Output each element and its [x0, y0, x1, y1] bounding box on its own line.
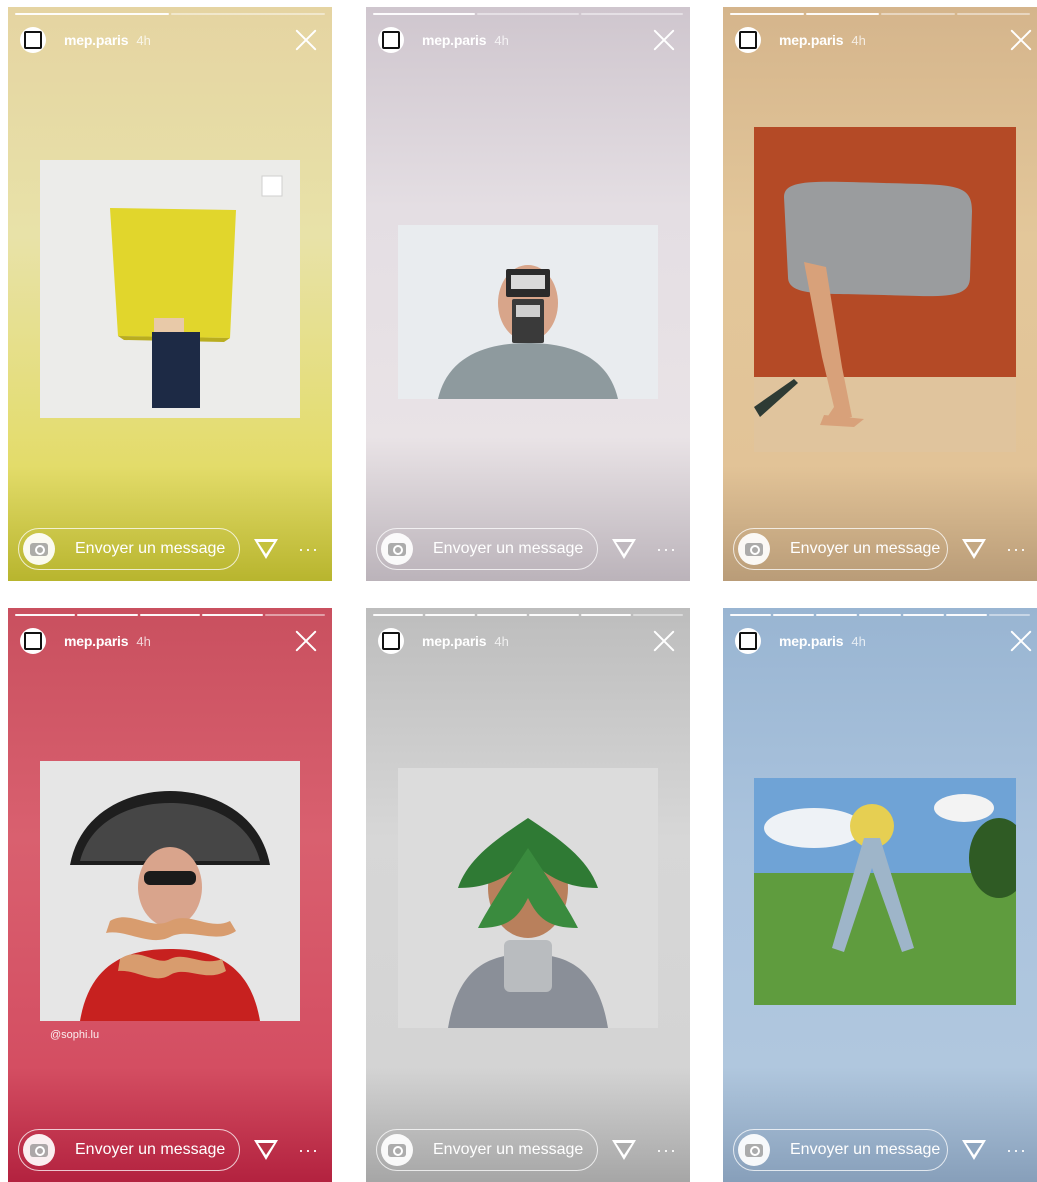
message-input[interactable]: Envoyer un message — [733, 1129, 949, 1171]
more-options-button[interactable]: ··· — [656, 539, 677, 560]
more-options-button[interactable]: ··· — [656, 1140, 677, 1161]
photo-cushion-legs — [754, 127, 1016, 452]
send-icon[interactable] — [612, 1140, 636, 1160]
close-icon[interactable] — [1009, 629, 1033, 653]
username[interactable]: mep.paris — [64, 633, 129, 649]
message-input[interactable]: Envoyer un message — [733, 528, 949, 570]
progress-bars — [15, 614, 326, 616]
story-card-4[interactable]: mep.paris 4h @sophi.lu Envoyer un messag… — [8, 608, 332, 1182]
more-options-button[interactable]: ··· — [298, 1140, 319, 1161]
progress-bars — [373, 614, 683, 616]
photo-umbrella-hangers — [40, 761, 300, 1021]
avatar[interactable] — [735, 27, 761, 53]
timestamp: 4h — [851, 32, 866, 48]
photo-plant-face — [398, 768, 658, 1028]
story-header: mep.paris 4h — [735, 626, 1027, 656]
camera-icon[interactable] — [381, 533, 413, 565]
story-footer: Envoyer un message ··· — [733, 1128, 1027, 1172]
username[interactable]: mep.paris — [64, 32, 129, 48]
story-footer: Envoyer un message ··· — [733, 527, 1027, 571]
username[interactable]: mep.paris — [422, 633, 487, 649]
username[interactable]: mep.paris — [779, 633, 844, 649]
close-icon[interactable] — [294, 629, 318, 653]
send-icon[interactable] — [254, 1140, 278, 1160]
avatar[interactable] — [378, 27, 404, 53]
story-card-5[interactable]: mep.paris 4h Envoyer un message ··· — [366, 608, 690, 1182]
camera-icon[interactable] — [23, 533, 55, 565]
message-placeholder: Envoyer un message — [433, 1141, 584, 1158]
square-logo-icon — [24, 31, 42, 49]
close-icon[interactable] — [294, 28, 318, 52]
photo-hat-field — [754, 778, 1029, 1005]
story-photo — [754, 778, 1029, 1005]
camera-icon[interactable] — [738, 1134, 770, 1166]
story-footer: Envoyer un message ··· — [376, 527, 680, 571]
story-photo — [398, 225, 658, 399]
close-icon[interactable] — [652, 629, 676, 653]
message-placeholder: Envoyer un message — [790, 1141, 941, 1158]
timestamp: 4h — [494, 633, 509, 649]
send-icon[interactable] — [962, 539, 987, 559]
photo-yellow-cushion — [40, 160, 300, 418]
story-photo — [40, 160, 300, 418]
message-placeholder: Envoyer un message — [433, 540, 584, 557]
close-icon[interactable] — [1009, 28, 1033, 52]
message-input[interactable]: Envoyer un message — [376, 528, 598, 570]
story-footer: Envoyer un message ··· — [18, 1128, 322, 1172]
avatar[interactable] — [378, 628, 404, 654]
story-footer: Envoyer un message ··· — [376, 1128, 680, 1172]
story-photo — [398, 768, 658, 1028]
username[interactable]: mep.paris — [779, 32, 844, 48]
story-header: mep.paris 4h — [378, 626, 680, 656]
avatar[interactable] — [20, 628, 46, 654]
message-placeholder: Envoyer un message — [790, 540, 941, 557]
story-header: mep.paris 4h — [378, 25, 680, 55]
square-logo-icon — [382, 632, 400, 650]
story-card-2[interactable]: mep.paris 4h Envoyer un message ··· — [366, 7, 690, 581]
message-input[interactable]: Envoyer un message — [376, 1129, 598, 1171]
story-header: mep.paris 4h — [735, 25, 1027, 55]
photo-credit[interactable]: @sophi.lu — [50, 1029, 99, 1041]
send-icon[interactable] — [962, 1140, 987, 1160]
camera-icon[interactable] — [381, 1134, 413, 1166]
send-icon[interactable] — [254, 539, 278, 559]
message-placeholder: Envoyer un message — [75, 1141, 226, 1158]
progress-bars — [730, 614, 1030, 616]
close-icon[interactable] — [652, 28, 676, 52]
timestamp: 4h — [136, 32, 151, 48]
message-input[interactable]: Envoyer un message — [18, 1129, 240, 1171]
story-card-3[interactable]: mep.paris 4h Envoyer un message ··· — [723, 7, 1037, 581]
story-header: mep.paris 4h — [20, 626, 322, 656]
camera-icon[interactable] — [23, 1134, 55, 1166]
square-logo-icon — [382, 31, 400, 49]
progress-bars — [15, 13, 325, 15]
story-photo — [40, 761, 300, 1021]
timestamp: 4h — [494, 32, 509, 48]
more-options-button[interactable]: ··· — [298, 539, 319, 560]
story-card-6[interactable]: mep.paris 4h Envoyer un message ··· — [723, 608, 1037, 1182]
username[interactable]: mep.paris — [422, 32, 487, 48]
timestamp: 4h — [136, 633, 151, 649]
send-icon[interactable] — [612, 539, 636, 559]
message-placeholder: Envoyer un message — [75, 540, 226, 557]
progress-bars — [373, 13, 683, 15]
square-logo-icon — [24, 632, 42, 650]
avatar[interactable] — [20, 27, 46, 53]
progress-bars — [730, 13, 1030, 15]
photo-cassette-face — [398, 225, 658, 399]
story-photo — [754, 127, 1016, 452]
square-logo-icon — [739, 31, 757, 49]
story-card-1[interactable]: mep.paris 4h Envoyer un message ··· — [8, 7, 332, 581]
story-footer: Envoyer un message ··· — [18, 527, 322, 571]
timestamp: 4h — [851, 633, 866, 649]
more-options-button[interactable]: ··· — [1006, 539, 1027, 560]
avatar[interactable] — [735, 628, 761, 654]
story-header: mep.paris 4h — [20, 25, 322, 55]
camera-icon[interactable] — [738, 533, 770, 565]
more-options-button[interactable]: ··· — [1006, 1140, 1027, 1161]
square-logo-icon — [739, 632, 757, 650]
message-input[interactable]: Envoyer un message — [18, 528, 240, 570]
